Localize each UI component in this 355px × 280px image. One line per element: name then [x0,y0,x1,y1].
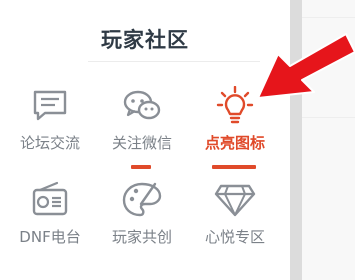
xinyue-zone-label: 心悦专区 [204,228,265,246]
diamond-icon [214,184,256,217]
forum-chat-icon [33,90,67,121]
adjacent-content-rule [302,117,355,118]
wechat-icon [123,90,161,120]
wechat-underline [131,165,151,169]
light-up-label: 点亮图标 [204,134,265,152]
active-tab-underline [212,165,256,169]
pointer-arrow-annotation [257,33,355,99]
radio-icon [32,181,68,216]
title-divider [88,61,260,62]
xinyue-zone-link[interactable]: 心悦专区 [180,180,290,247]
palette-icon [122,182,162,217]
